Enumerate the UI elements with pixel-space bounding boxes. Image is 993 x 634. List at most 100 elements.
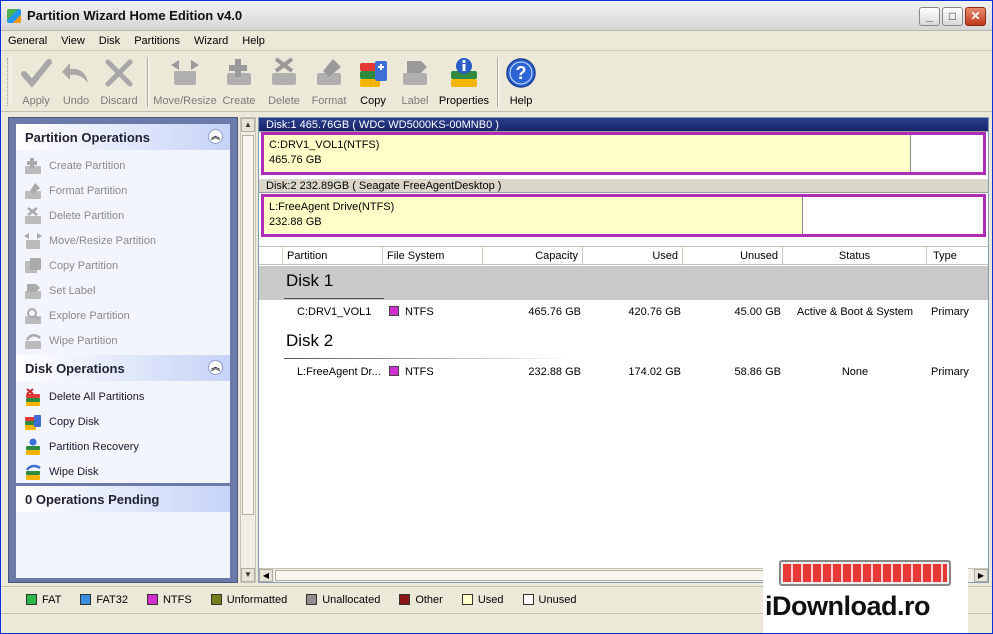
menu-disk[interactable]: Disk <box>92 31 127 51</box>
column-unused[interactable]: Unused <box>683 247 783 265</box>
column-partition[interactable]: Partition <box>283 247 383 265</box>
menu-help[interactable]: Help <box>235 31 272 51</box>
partition-operations-header[interactable]: Partition Operations ︽ <box>16 124 230 150</box>
disk1-header[interactable]: Disk:1 465.76GB ( WDC WD5000KS-00MNB0 ) <box>259 118 988 132</box>
column-spacer <box>259 247 283 265</box>
scroll-down-arrow-icon[interactable]: ▼ <box>241 568 255 582</box>
menu-bar: General View Disk Partitions Wizard Help <box>1 31 992 51</box>
collapse-chevron-icon[interactable]: ︽ <box>208 129 223 144</box>
column-file-system[interactable]: File System <box>383 247 483 265</box>
partition-operations-group: Partition Operations ︽ Create Partition … <box>16 124 230 374</box>
scroll-right-arrow-icon[interactable]: ▶ <box>974 569 988 582</box>
watermark-progress-fill <box>783 564 947 582</box>
delete-button[interactable]: Delete <box>261 52 307 110</box>
scroll-up-arrow-icon[interactable]: ▲ <box>241 118 255 132</box>
title-bar: Partition Wizard Home Edition v4.0 _ □ ✕ <box>1 1 992 31</box>
column-status[interactable]: Status <box>783 247 927 265</box>
scroll-left-arrow-icon[interactable]: ◀ <box>259 569 273 582</box>
disk2-group-header[interactable]: Disk 2 <box>259 326 988 360</box>
main-window: Partition Wizard Home Edition v4.0 _ □ ✕… <box>0 0 993 634</box>
op-move-resize-partition[interactable]: Move/Resize Partition <box>16 228 230 253</box>
column-used[interactable]: Used <box>583 247 683 265</box>
legend-swatch <box>80 594 92 605</box>
menu-wizard[interactable]: Wizard <box>187 31 235 51</box>
disk2-group-title: Disk 2 <box>286 331 334 350</box>
watermark: iDownload.ro <box>763 553 968 633</box>
legend-item-other: Other <box>399 594 443 606</box>
op-copy-disk[interactable]: Copy Disk <box>16 409 230 434</box>
op-wipe-disk[interactable]: Wipe Disk <box>16 459 230 484</box>
op-delete-all-partitions[interactable]: Delete All Partitions <box>16 384 230 409</box>
disk2-partition-size: 232.88 GB <box>269 216 322 228</box>
undo-arrow-icon <box>59 56 93 90</box>
wipe-disk-icon <box>24 463 42 481</box>
discard-button[interactable]: Discard <box>95 52 143 110</box>
copy-disk-icon <box>24 413 42 431</box>
maximize-button[interactable]: □ <box>942 7 963 26</box>
disk-operations-group: Disk Operations ︽ Delete All Partitions … <box>16 355 230 483</box>
disk2-used-segment[interactable]: L:FreeAgent Drive(NTFS) 232.88 GB <box>264 197 803 234</box>
properties-info-icon <box>447 56 481 90</box>
legend-swatch <box>210 594 222 605</box>
disk1-partition-size: 465.76 GB <box>269 154 322 166</box>
properties-button[interactable]: Properties <box>435 52 493 110</box>
disk1-partition-name: C:DRV1_VOL1(NTFS) <box>269 139 380 151</box>
legend-swatch <box>522 594 534 605</box>
undo-button[interactable]: Undo <box>57 52 95 110</box>
column-capacity[interactable]: Capacity <box>483 247 583 265</box>
format-button[interactable]: Format <box>307 52 351 110</box>
svg-text:?: ? <box>516 63 527 83</box>
scroll-thumb[interactable] <box>242 135 254 515</box>
column-type[interactable]: Type <box>927 247 988 265</box>
menu-general[interactable]: General <box>1 31 54 51</box>
group-underline <box>284 358 574 359</box>
pending-operations-header: 0 Operations Pending <box>16 486 230 512</box>
copy-partition-icon <box>356 56 390 90</box>
menu-view[interactable]: View <box>54 31 92 51</box>
op-copy-partition[interactable]: Copy Partition <box>16 253 230 278</box>
pending-operations-title: 0 Operations Pending <box>25 491 160 507</box>
op-wipe-partition[interactable]: Wipe Partition <box>16 328 230 353</box>
label-icon <box>24 282 42 300</box>
apply-button[interactable]: Apply <box>15 52 57 110</box>
legend-item-unformatted: Unformatted <box>210 594 287 606</box>
disk2-partition-bar[interactable]: L:FreeAgent Drive(NTFS) 232.88 GB <box>261 194 986 237</box>
disk1-partition-bar[interactable]: C:DRV1_VOL1(NTFS) 465.76 GB <box>261 132 986 175</box>
help-button[interactable]: ? Help <box>503 52 539 110</box>
disk1-group-title: Disk 1 <box>286 271 334 290</box>
table-row[interactable]: C:DRV1_VOL1 NTFS 465.76 GB 420.76 GB 45.… <box>259 302 988 322</box>
table-row[interactable]: L:FreeAgent Dr... NTFS 232.88 GB 174.02 … <box>259 362 988 382</box>
format-partition-icon <box>312 56 346 90</box>
label-button[interactable]: Label <box>395 52 435 110</box>
legend-label: NTFS <box>162 593 192 606</box>
minimize-button[interactable]: _ <box>919 7 940 26</box>
op-partition-recovery[interactable]: Partition Recovery <box>16 434 230 459</box>
copy-button[interactable]: Copy <box>351 52 395 110</box>
watermark-text: iDownload.ro <box>765 591 931 621</box>
task-panel-scrollbar[interactable]: ▲ ▼ <box>240 117 256 583</box>
collapse-chevron-icon[interactable]: ︽ <box>208 360 223 375</box>
op-delete-partition[interactable]: Delete Partition <box>16 203 230 228</box>
watermark-progress-bar <box>779 560 951 586</box>
ntfs-color-swatch <box>389 366 399 376</box>
legend-item-unallocated: Unallocated <box>306 594 380 606</box>
create-button[interactable]: Create <box>217 52 261 110</box>
op-explore-partition[interactable]: Explore Partition <box>16 303 230 328</box>
op-set-label[interactable]: Set Label <box>16 278 230 303</box>
create-partition-icon <box>24 157 42 175</box>
disk1-used-segment[interactable]: C:DRV1_VOL1(NTFS) 465.76 GB <box>264 135 911 172</box>
close-button[interactable]: ✕ <box>965 7 986 26</box>
op-create-partition[interactable]: Create Partition <box>16 153 230 178</box>
move-resize-button[interactable]: Move/Resize <box>153 52 217 110</box>
help-question-icon: ? <box>504 56 538 90</box>
legend-swatch <box>146 594 158 605</box>
menu-partitions[interactable]: Partitions <box>127 31 187 51</box>
disk2-header[interactable]: Disk:2 232.89GB ( Seagate FreeAgentDeskt… <box>259 179 988 193</box>
toolbar-grip[interactable] <box>7 58 11 106</box>
label-icon <box>398 56 432 90</box>
disk-operations-header[interactable]: Disk Operations ︽ <box>16 355 230 381</box>
ntfs-color-swatch <box>389 306 399 316</box>
op-format-partition[interactable]: Format Partition <box>16 178 230 203</box>
delete-all-partitions-icon <box>24 387 42 406</box>
disk1-group-header[interactable]: Disk 1 <box>259 266 988 300</box>
